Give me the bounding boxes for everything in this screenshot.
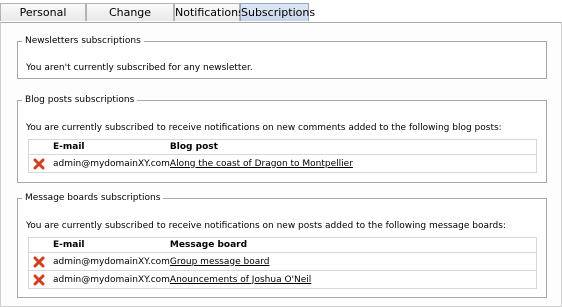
tab-personal-settings[interactable]: Personal settings xyxy=(0,3,86,36)
tab-notifications[interactable]: Notifications xyxy=(174,3,244,21)
blog-table-header: E-mail Blog post xyxy=(28,139,537,155)
table-row: admin@mydomainXY.com Along the coast of … xyxy=(28,154,537,173)
delete-cell xyxy=(28,154,53,173)
boards-message: You are currently subscribed to receive … xyxy=(26,221,506,231)
newsletters-legend: Newsletters subscriptions xyxy=(25,36,141,46)
table-row: admin@mydomainXY.com Anouncements of Jos… xyxy=(28,270,537,289)
blog-col-email: E-mail xyxy=(53,139,170,155)
subscription-item-cell: Anouncements of Joshua O'Neil xyxy=(169,270,537,289)
blog-message: You are currently subscribed to receive … xyxy=(26,123,502,133)
boards-col-email: E-mail xyxy=(53,237,170,253)
tab-bar: Personal settings Change password Notifi… xyxy=(0,0,562,36)
newsletters-fieldset: Newsletters subscriptions You aren't cur… xyxy=(17,36,547,79)
table-row: admin@mydomainXY.com Group message board xyxy=(28,252,537,271)
delete-cell xyxy=(28,252,53,271)
boards-table-header: E-mail Message board xyxy=(28,237,537,253)
blog-table: E-mail Blog post admin@mydomainXY.com Al… xyxy=(28,139,537,173)
newsletters-message: You aren't currently subscribed for any … xyxy=(26,63,253,73)
blog-fieldset: Blog posts subscriptions You are current… xyxy=(17,95,547,183)
boards-table: E-mail Message board admin@mydomainXY.co… xyxy=(28,237,537,289)
blog-col-item: Blog post xyxy=(169,139,537,155)
delete-x-icon[interactable] xyxy=(33,256,45,268)
delete-cell xyxy=(28,270,53,289)
subscription-email: admin@mydomainXY.com xyxy=(53,154,170,173)
subscription-item-cell: Along the coast of Dragon to Montpellier xyxy=(169,154,537,173)
boards-fieldset: Message boards subscriptions You are cur… xyxy=(17,193,547,298)
tab-subscriptions[interactable]: Subscriptions xyxy=(240,3,315,21)
delete-x-icon[interactable] xyxy=(33,274,45,286)
boards-col-action xyxy=(28,237,53,253)
message-board-link[interactable]: Anouncements of Joshua O'Neil xyxy=(170,275,311,285)
boards-col-item: Message board xyxy=(169,237,537,253)
blog-col-action xyxy=(28,139,53,155)
delete-x-icon[interactable] xyxy=(33,158,45,170)
subscription-item-cell: Group message board xyxy=(169,252,537,271)
message-board-link[interactable]: Group message board xyxy=(170,257,270,267)
boards-legend: Message boards subscriptions xyxy=(25,193,161,203)
tab-change-password[interactable]: Change password xyxy=(86,3,174,36)
blog-post-link[interactable]: Along the coast of Dragon to Montpellier xyxy=(170,159,353,169)
subscriptions-panel: Newsletters subscriptions You aren't cur… xyxy=(0,22,562,307)
subscription-email: admin@mydomainXY.com xyxy=(53,252,170,271)
subscription-email: admin@mydomainXY.com xyxy=(53,270,170,289)
blog-legend: Blog posts subscriptions xyxy=(25,95,135,105)
